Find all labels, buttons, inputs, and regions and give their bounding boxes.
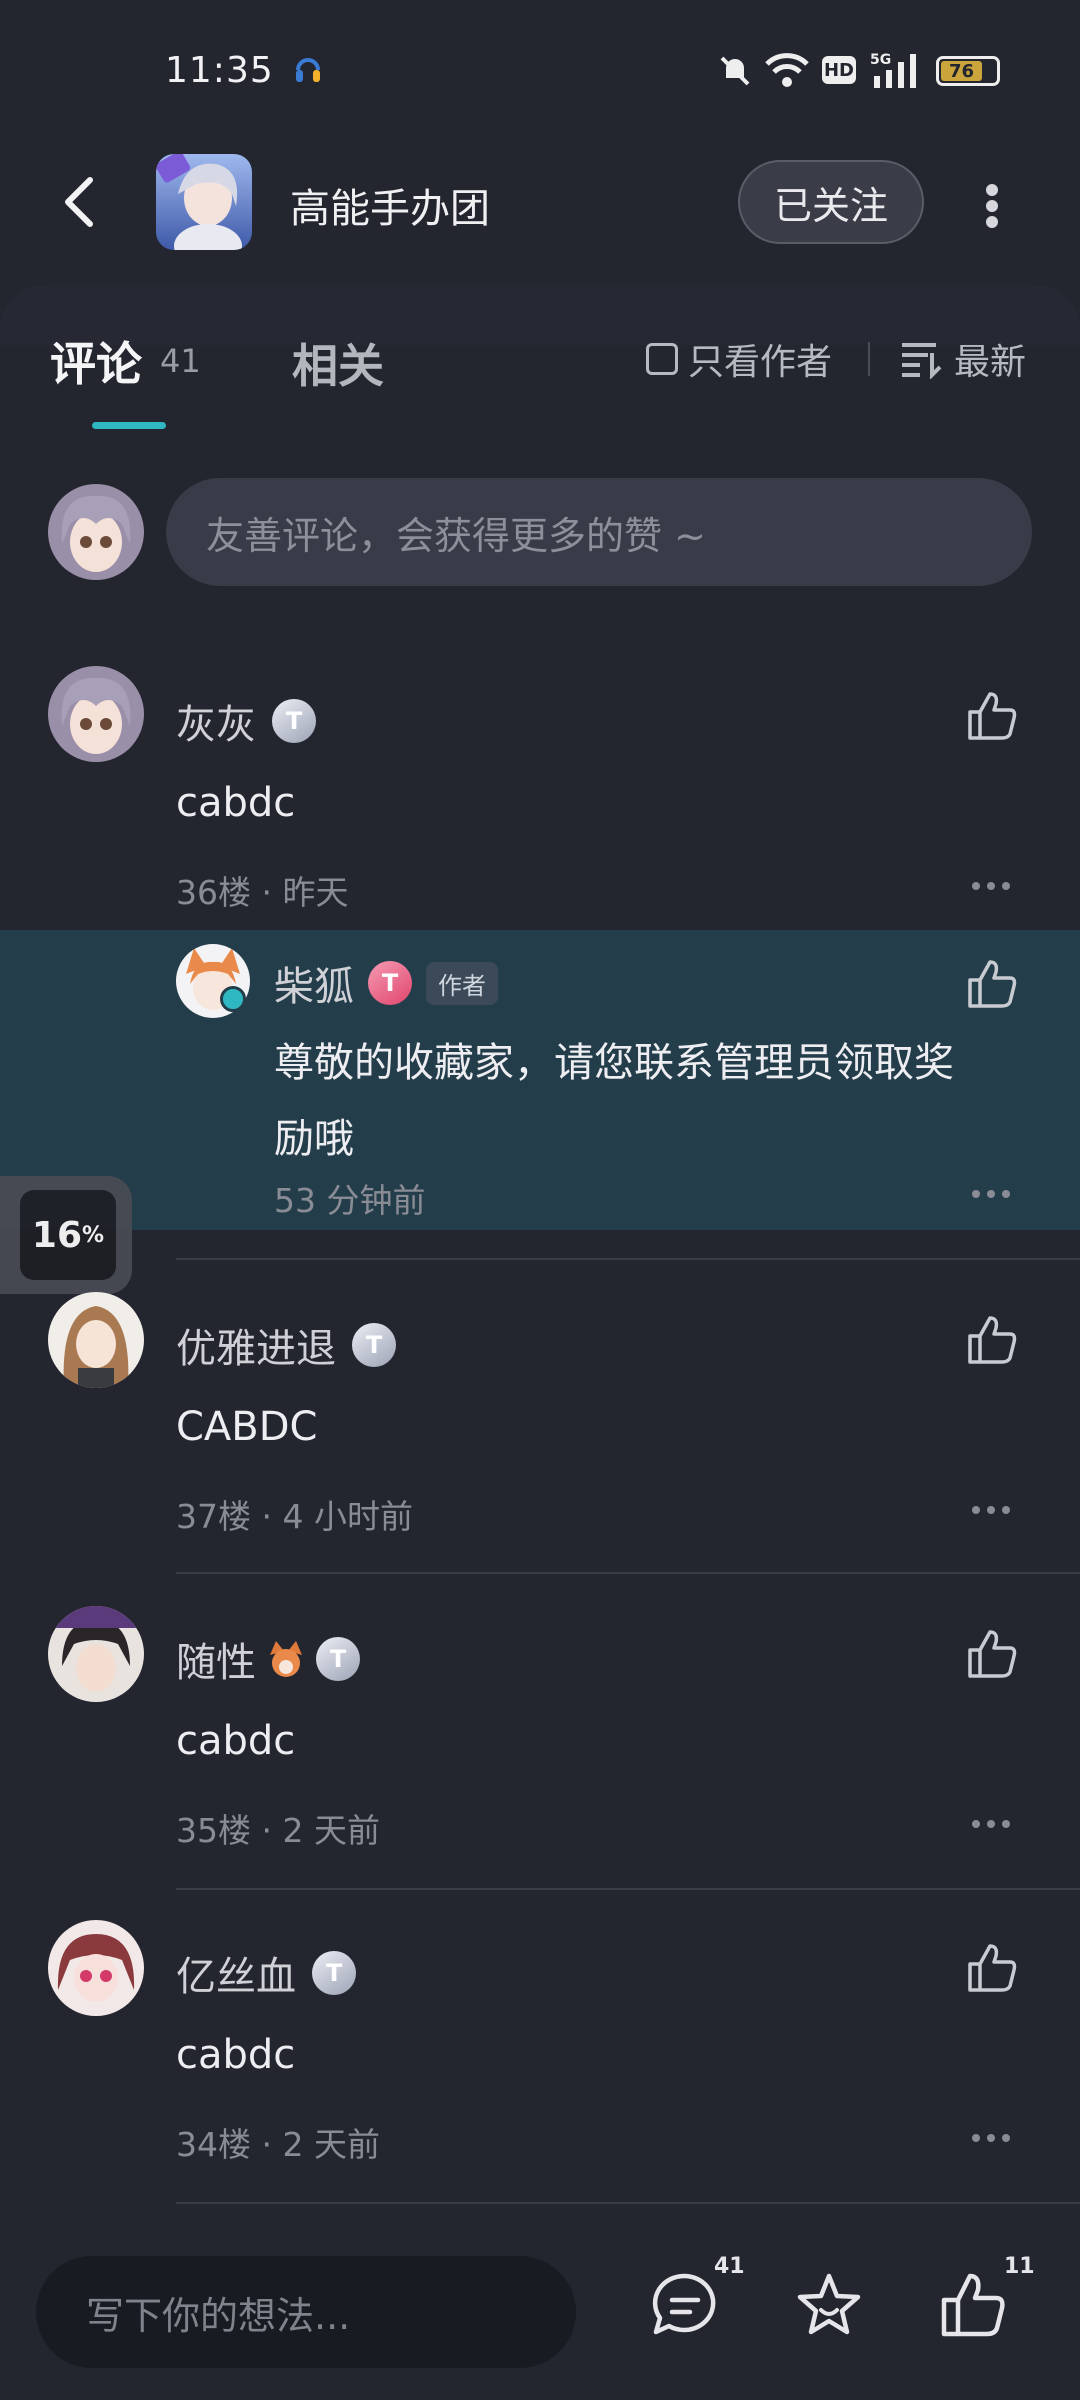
- like-icon[interactable]: [964, 1312, 1020, 1368]
- reply-text-continued: 励哦: [274, 1116, 354, 1162]
- author-tag: 作者: [426, 961, 498, 1005]
- more-vert-icon: [986, 184, 998, 196]
- level-badge-icon: T: [312, 1951, 356, 1995]
- tab-indicator: [92, 422, 166, 429]
- headset-icon: [296, 58, 320, 82]
- only-author-toggle[interactable]: 只看作者: [646, 334, 832, 384]
- battery-icon: 76: [936, 56, 1000, 86]
- my-avatar[interactable]: [48, 484, 144, 580]
- comment-text: CABDC: [176, 1404, 318, 1450]
- avatar-dark-hair-boy: [48, 1606, 144, 1702]
- app-icon[interactable]: [156, 154, 252, 250]
- chevron-left-icon: [65, 177, 93, 227]
- more-options-button[interactable]: [972, 176, 1012, 236]
- back-button[interactable]: [50, 172, 110, 232]
- avatar-anime-girl: [48, 484, 144, 580]
- app-bar: 高能手办团 已关注: [0, 140, 1080, 280]
- comments-button[interactable]: [650, 2270, 720, 2344]
- like-icon[interactable]: [964, 956, 1020, 1012]
- divider: [868, 342, 870, 376]
- avatar[interactable]: [48, 1920, 144, 2016]
- like-count: 11: [1004, 2254, 1035, 2279]
- username[interactable]: 随性: [176, 1630, 256, 1688]
- svg-text:5G: 5G: [870, 52, 891, 68]
- wifi-icon: [765, 53, 809, 87]
- verified-icon: [220, 986, 246, 1012]
- like-icon[interactable]: [964, 1626, 1020, 1682]
- floating-progress-widget[interactable]: 16%: [0, 1176, 132, 1294]
- signal-5g-icon: 5G: [870, 52, 916, 88]
- like-icon[interactable]: [964, 1940, 1020, 1996]
- avatar-brown-hair-girl: [48, 1292, 144, 1388]
- like-post-button[interactable]: [938, 2270, 1008, 2344]
- divider: [176, 2202, 1080, 2204]
- avatar-red-hair-girl: [48, 1920, 144, 2016]
- progress-value: 16%: [20, 1190, 116, 1280]
- page-title: 高能手办团: [290, 186, 490, 232]
- more-options-icon[interactable]: [972, 882, 1010, 890]
- status-bar: 11:35 HD 5G 76: [0, 0, 1080, 140]
- reply-meta: 53 分钟前: [274, 1181, 426, 1220]
- more-options-icon[interactable]: [972, 1506, 1010, 1514]
- follow-button[interactable]: 已关注: [738, 160, 924, 244]
- comment-bubble-icon: [652, 2273, 716, 2335]
- avatar-anime-girl: [48, 666, 144, 762]
- divider: [176, 1258, 1080, 1260]
- hd-icon: HD: [822, 56, 856, 84]
- bottom-bar: 写下你的想法... 41 11: [0, 2240, 1080, 2400]
- status-time: 11:35: [165, 50, 274, 91]
- write-comment-input[interactable]: 写下你的想法...: [36, 2256, 576, 2368]
- like-icon[interactable]: [964, 688, 1020, 744]
- more-options-icon[interactable]: [972, 1190, 1010, 1198]
- game-logo-icon: [156, 154, 252, 250]
- avatar[interactable]: [48, 1292, 144, 1388]
- sort-icon: [902, 343, 942, 379]
- level-badge-icon: T: [272, 699, 316, 743]
- level-badge-icon: T: [352, 1323, 396, 1367]
- thumbs-up-icon: [941, 2273, 1005, 2337]
- comment-text: cabdc: [176, 780, 296, 826]
- star-icon: [797, 2273, 861, 2335]
- comment-meta: 34楼 · 2 天前: [176, 2125, 380, 2164]
- comment-input[interactable]: 友善评论，会获得更多的赞 ~: [166, 478, 1032, 586]
- username[interactable]: 亿丝血: [176, 1944, 296, 2002]
- avatar[interactable]: [48, 1606, 144, 1702]
- level-badge-icon: T: [368, 961, 412, 1005]
- comments-count: 41: [160, 342, 201, 380]
- comment-meta: 37楼 · 4 小时前: [176, 1497, 413, 1536]
- avatar[interactable]: [48, 666, 144, 762]
- only-author-label: 只看作者: [688, 342, 833, 383]
- comment-count: 41: [714, 2254, 745, 2279]
- username[interactable]: 柴狐: [274, 954, 354, 1012]
- comment-text: cabdc: [176, 2032, 296, 2078]
- username[interactable]: 灰灰: [176, 692, 256, 750]
- more-options-icon[interactable]: [972, 2134, 1010, 2142]
- comment-text: cabdc: [176, 1718, 296, 1764]
- comment-meta: 35楼 · 2 天前: [176, 1811, 380, 1850]
- mute-bell-icon: [720, 56, 750, 86]
- sort-label: 最新: [954, 342, 1027, 383]
- favorite-button[interactable]: [794, 2270, 864, 2344]
- username[interactable]: 优雅进退: [176, 1316, 336, 1374]
- tab-related[interactable]: 相关: [292, 330, 384, 396]
- checkbox-icon: [646, 343, 678, 375]
- battery-level: 76: [941, 61, 983, 82]
- reply-text: 尊敬的收藏家，请您联系管理员领取奖: [274, 1040, 954, 1086]
- comment-meta: 36楼 · 昨天: [176, 873, 349, 912]
- fox-badge-icon: [270, 1641, 302, 1677]
- divider: [176, 1572, 1080, 1574]
- level-badge-icon: T: [316, 1637, 360, 1681]
- tab-comments[interactable]: 评论: [50, 328, 142, 394]
- divider: [176, 1888, 1080, 1890]
- more-options-icon[interactable]: [972, 1820, 1010, 1828]
- sort-button[interactable]: 最新: [900, 334, 1026, 384]
